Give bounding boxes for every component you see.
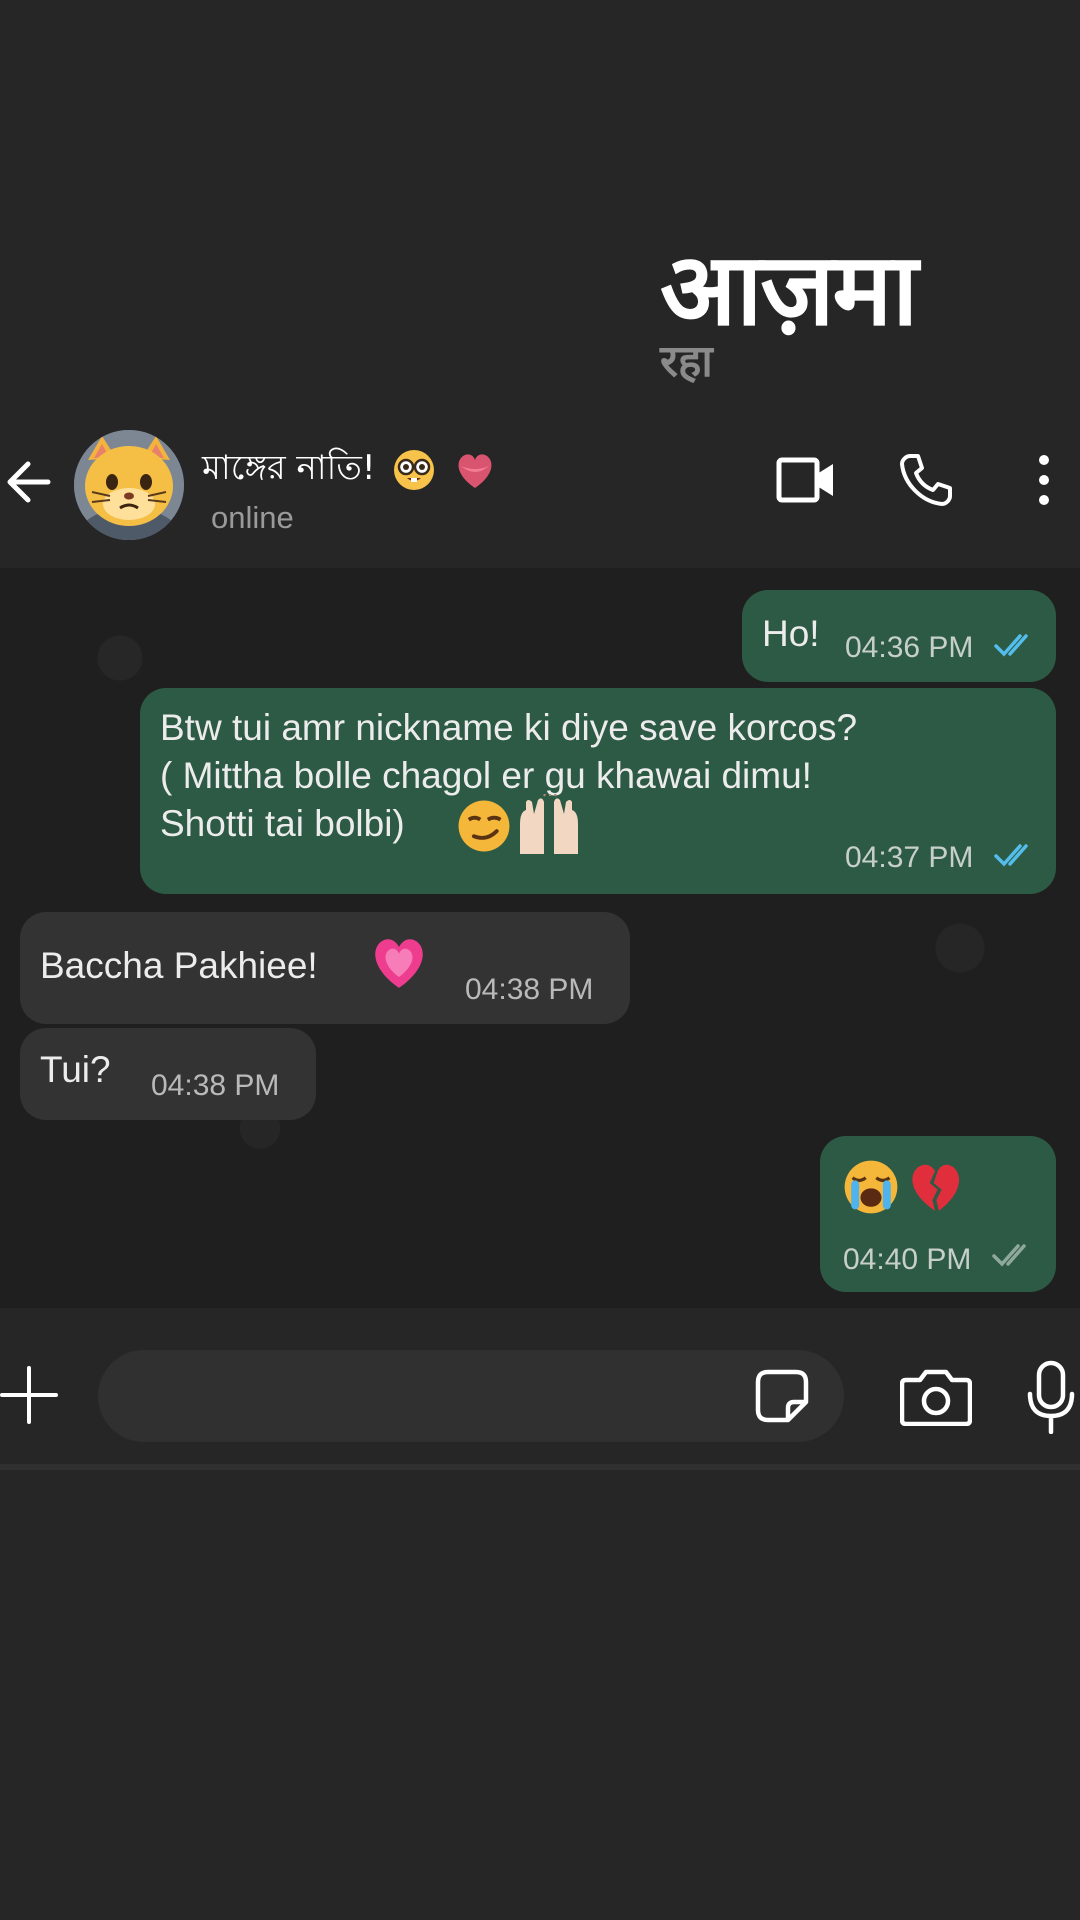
message-input-bar <box>0 1310 1080 1470</box>
message-text: Ho! <box>762 613 820 654</box>
chat-area[interactable]: Ho! 04:36 PM Btw tui amr nickname ki diy… <box>0 568 1080 1308</box>
message-time: 04:40 PM <box>843 1243 972 1276</box>
screen: आज़मा रहा মাঙ্গের নাতি! online Ho! 04:36… <box>0 0 1080 1920</box>
raised-hands-emoji-icon <box>520 794 578 854</box>
message-input[interactable] <box>98 1350 844 1442</box>
message-time: 04:38 PM <box>151 1069 280 1102</box>
message-text: Shotti tai bolbi) <box>160 803 405 844</box>
delivered-ticks-icon <box>992 1244 1026 1267</box>
message-time: 04:37 PM <box>845 841 974 874</box>
heart-lips-icon <box>458 453 492 488</box>
camera-icon[interactable] <box>899 1366 973 1431</box>
broken-heart-emoji-icon <box>912 1164 960 1211</box>
message-time: 04:38 PM <box>465 973 594 1006</box>
read-ticks-icon <box>994 844 1028 867</box>
message-bubble-outgoing[interactable]: 04:40 PM <box>820 1136 1056 1292</box>
contact-name[interactable]: মাঙ্গের নাতি! <box>202 442 497 499</box>
chat-header: মাঙ্গের নাতি! online <box>0 412 1080 562</box>
smirk-emoji-icon <box>458 800 510 852</box>
read-ticks-icon <box>994 634 1028 657</box>
cat-avatar-icon <box>74 430 184 540</box>
plus-icon[interactable] <box>0 1366 58 1429</box>
bottom-divider <box>0 1464 1080 1470</box>
nerd-face-icon <box>394 449 435 490</box>
message-bubble-outgoing[interactable]: Ho! 04:36 PM <box>742 590 1056 682</box>
contact-status: online <box>211 500 294 535</box>
back-arrow-icon[interactable] <box>0 452 60 512</box>
message-text: Baccha Pakhiee! <box>40 945 318 986</box>
message-time: 04:36 PM <box>845 631 974 664</box>
overlay-title: आज़मा <box>660 231 918 348</box>
contact-name-text: মাঙ্গের নাতি! <box>202 448 376 488</box>
more-options-icon[interactable] <box>1034 452 1054 513</box>
message-text: Btw tui amr nickname ki diye save korcos… <box>160 707 858 748</box>
message-bubble-outgoing[interactable]: Btw tui amr nickname ki diye save korcos… <box>140 688 1056 894</box>
voice-call-icon[interactable] <box>898 452 954 513</box>
message-bubble-incoming[interactable]: Tui? 04:38 PM <box>20 1028 316 1120</box>
contact-avatar[interactable] <box>74 430 184 540</box>
microphone-icon[interactable] <box>1026 1360 1076 1439</box>
video-call-icon[interactable] <box>776 452 836 513</box>
sticker-icon[interactable] <box>754 1368 810 1429</box>
message-bubble-incoming[interactable]: Baccha Pakhiee! 04:38 PM <box>20 912 630 1024</box>
overlay-subtitle: रहा <box>660 336 713 387</box>
message-text: ( Mittha bolle chagol er gu khawai dimu! <box>160 755 812 796</box>
message-text: Tui? <box>40 1049 111 1090</box>
crying-face-emoji-icon <box>844 1160 898 1214</box>
growing-heart-emoji-icon <box>375 939 423 988</box>
